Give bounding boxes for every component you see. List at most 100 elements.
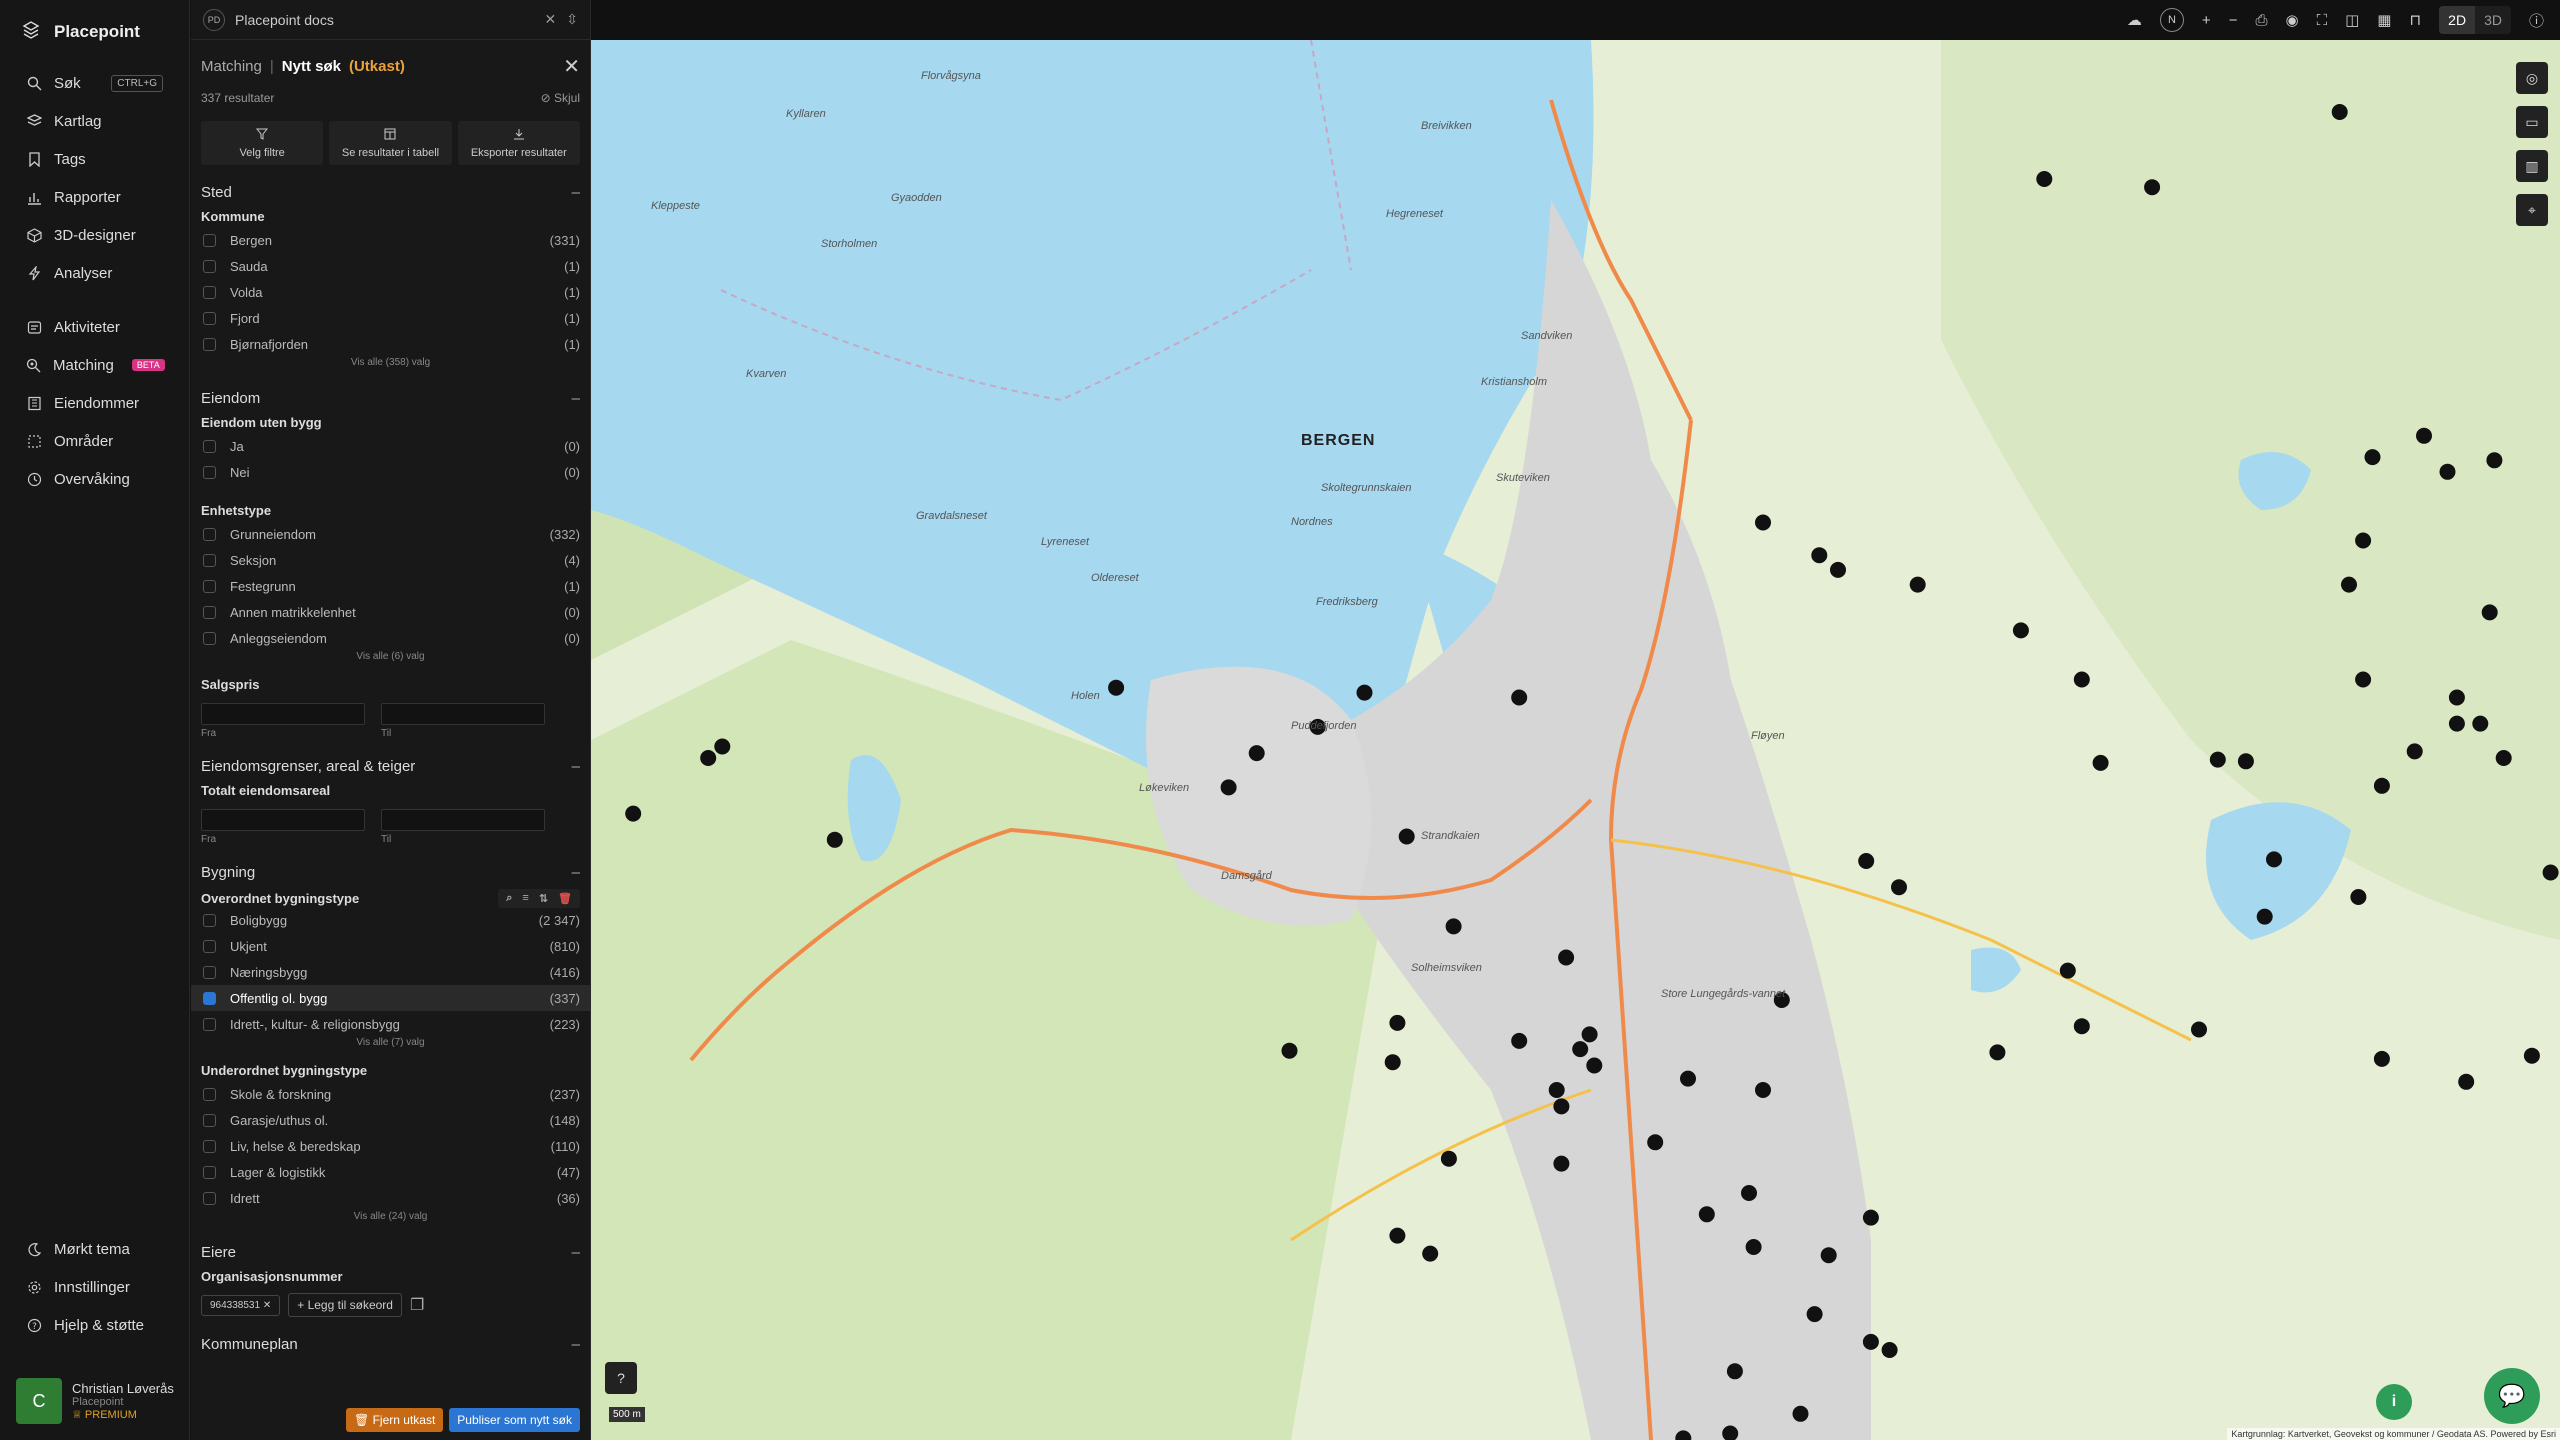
result-marker[interactable]: [1755, 514, 1771, 531]
print-icon[interactable]: ⎙: [2255, 12, 2267, 29]
org-number-chip[interactable]: 964338531 ✕: [201, 1294, 281, 1316]
result-marker[interactable]: [2373, 1050, 2390, 1067]
checkbox[interactable]: [203, 605, 216, 619]
view-table-button[interactable]: Se resultater i tabell: [329, 121, 452, 165]
checkbox-row[interactable]: Lager & logistikk (47): [191, 1159, 590, 1185]
trash-icon[interactable]: 🗑: [558, 892, 572, 905]
collapse-icon[interactable]: –: [572, 1336, 580, 1353]
result-marker[interactable]: [1572, 1041, 1589, 1058]
result-marker[interactable]: [1989, 1044, 2006, 1061]
result-marker[interactable]: [1445, 918, 1462, 935]
nav-item-search[interactable]: Søk CTRL+G: [0, 64, 189, 102]
result-marker[interactable]: [1440, 1150, 1457, 1167]
checkbox[interactable]: [203, 1017, 216, 1031]
nav-item-dark-theme[interactable]: Mørkt tema: [0, 1230, 190, 1268]
section-eiendom[interactable]: Eiendom –: [191, 385, 590, 411]
nav-item-analyses[interactable]: Analyser: [0, 254, 189, 292]
checkbox[interactable]: [203, 1191, 216, 1205]
add-keyword-button[interactable]: + Legg til søkeord: [288, 1293, 402, 1317]
checkbox-row[interactable]: Næringsbygg (416): [191, 959, 590, 985]
remove-draft-button[interactable]: 🗑 Fjern utkast: [346, 1408, 444, 1432]
nav-item-activities[interactable]: Aktiviteter: [0, 308, 189, 346]
checkbox-row[interactable]: Idrett (36): [191, 1185, 590, 1211]
result-marker[interactable]: [700, 750, 717, 766]
checkbox[interactable]: [203, 1165, 216, 1179]
checkbox-row[interactable]: Ja (0): [191, 433, 590, 459]
checkbox-row[interactable]: Festegrunn (1): [191, 573, 590, 599]
checkbox[interactable]: [203, 285, 216, 299]
result-marker[interactable]: [1108, 679, 1125, 696]
chevron-updown-icon[interactable]: ⇳: [566, 11, 578, 28]
checkbox[interactable]: [203, 259, 216, 273]
measure-control-button[interactable]: ▭: [2516, 106, 2548, 138]
result-marker[interactable]: [2481, 604, 2498, 621]
section-eiere[interactable]: Eiere –: [191, 1239, 590, 1265]
choose-filters-button[interactable]: Velg filtre: [201, 121, 324, 165]
result-marker[interactable]: [2472, 715, 2489, 732]
grid-icon[interactable]: ▦: [2377, 11, 2391, 29]
section-bygning[interactable]: Bygning –: [191, 859, 590, 885]
result-marker[interactable]: [1248, 745, 1265, 762]
result-marker[interactable]: [1384, 1054, 1401, 1071]
chart-control-button[interactable]: ▥: [2516, 150, 2548, 182]
result-marker[interactable]: [2012, 622, 2029, 639]
nav-item-3d-designer[interactable]: 3D-designer: [0, 216, 189, 254]
view-3d-button[interactable]: 3D: [2475, 6, 2511, 34]
show-all-link[interactable]: Vis alle (6) valg: [191, 651, 590, 665]
map-canvas[interactable]: BERGEN Florvågsyna Kyllaren Gyaodden Kle…: [591, 40, 2560, 1440]
checkbox-row[interactable]: Liv, helse & beredskap (110): [191, 1133, 590, 1159]
result-marker[interactable]: [1647, 1134, 1664, 1151]
view-2d-button[interactable]: 2D: [2439, 6, 2476, 34]
result-marker[interactable]: [1726, 1363, 1743, 1380]
result-marker[interactable]: [2073, 1018, 2090, 1035]
result-marker[interactable]: [2448, 715, 2465, 732]
result-marker[interactable]: [714, 738, 731, 755]
checkbox-row[interactable]: Garasje/uthus ol. (148): [191, 1107, 590, 1133]
result-marker[interactable]: [2059, 962, 2076, 979]
result-marker[interactable]: [1698, 1206, 1715, 1223]
checkbox[interactable]: [203, 965, 216, 979]
result-marker[interactable]: [2373, 777, 2390, 794]
result-marker[interactable]: [1862, 1209, 1879, 1226]
collapse-icon[interactable]: –: [572, 758, 580, 775]
checkbox[interactable]: [203, 465, 216, 479]
result-marker[interactable]: [1806, 1306, 1823, 1323]
result-marker[interactable]: [2542, 864, 2559, 881]
draw-control-button[interactable]: ⌖: [2516, 194, 2548, 226]
areal-to-input[interactable]: [381, 809, 545, 831]
result-marker[interactable]: [1581, 1026, 1598, 1043]
checkbox-row[interactable]: Fjord (1): [191, 305, 590, 331]
nav-item-properties[interactable]: Eiendommer: [0, 384, 189, 422]
user-profile[interactable]: C Christian Løverås Placepoint ♕ PREMIUM: [0, 1366, 190, 1440]
checkbox[interactable]: [203, 311, 216, 325]
result-marker[interactable]: [1356, 684, 1373, 701]
checkbox[interactable]: [203, 579, 216, 593]
result-marker[interactable]: [2191, 1021, 2207, 1038]
hide-button[interactable]: ⊘ Skjul: [541, 91, 580, 105]
result-marker[interactable]: [1755, 1082, 1771, 1098]
brand[interactable]: Placepoint: [0, 0, 189, 64]
result-marker[interactable]: [2439, 463, 2456, 480]
result-marker[interactable]: [1548, 1082, 1565, 1098]
salgspris-to-input[interactable]: [381, 703, 545, 725]
checkbox-row[interactable]: Bjørnafjorden (1): [191, 331, 590, 357]
result-marker[interactable]: [1281, 1042, 1298, 1059]
checkbox-row[interactable]: Idrett-, kultur- & religionsbygg (223): [191, 1011, 590, 1037]
result-marker[interactable]: [2209, 751, 2226, 768]
breadcrumb-matching[interactable]: Matching: [201, 58, 262, 75]
checkbox[interactable]: [203, 527, 216, 541]
result-marker[interactable]: [1830, 561, 1846, 578]
result-marker[interactable]: [2331, 104, 2348, 120]
result-marker[interactable]: [1558, 949, 1575, 966]
result-marker[interactable]: [1389, 1227, 1406, 1244]
result-marker[interactable]: [2144, 179, 2161, 196]
result-marker[interactable]: [2341, 576, 2357, 593]
close-icon[interactable]: ✕: [563, 54, 580, 79]
result-marker[interactable]: [2523, 1047, 2540, 1064]
checkbox[interactable]: [203, 233, 216, 247]
result-marker[interactable]: [2355, 532, 2372, 549]
salgspris-from-input[interactable]: [201, 703, 365, 725]
help-button[interactable]: ?: [605, 1362, 637, 1394]
nav-item-matching[interactable]: Matching BETA: [0, 346, 189, 384]
result-marker[interactable]: [1858, 853, 1875, 869]
